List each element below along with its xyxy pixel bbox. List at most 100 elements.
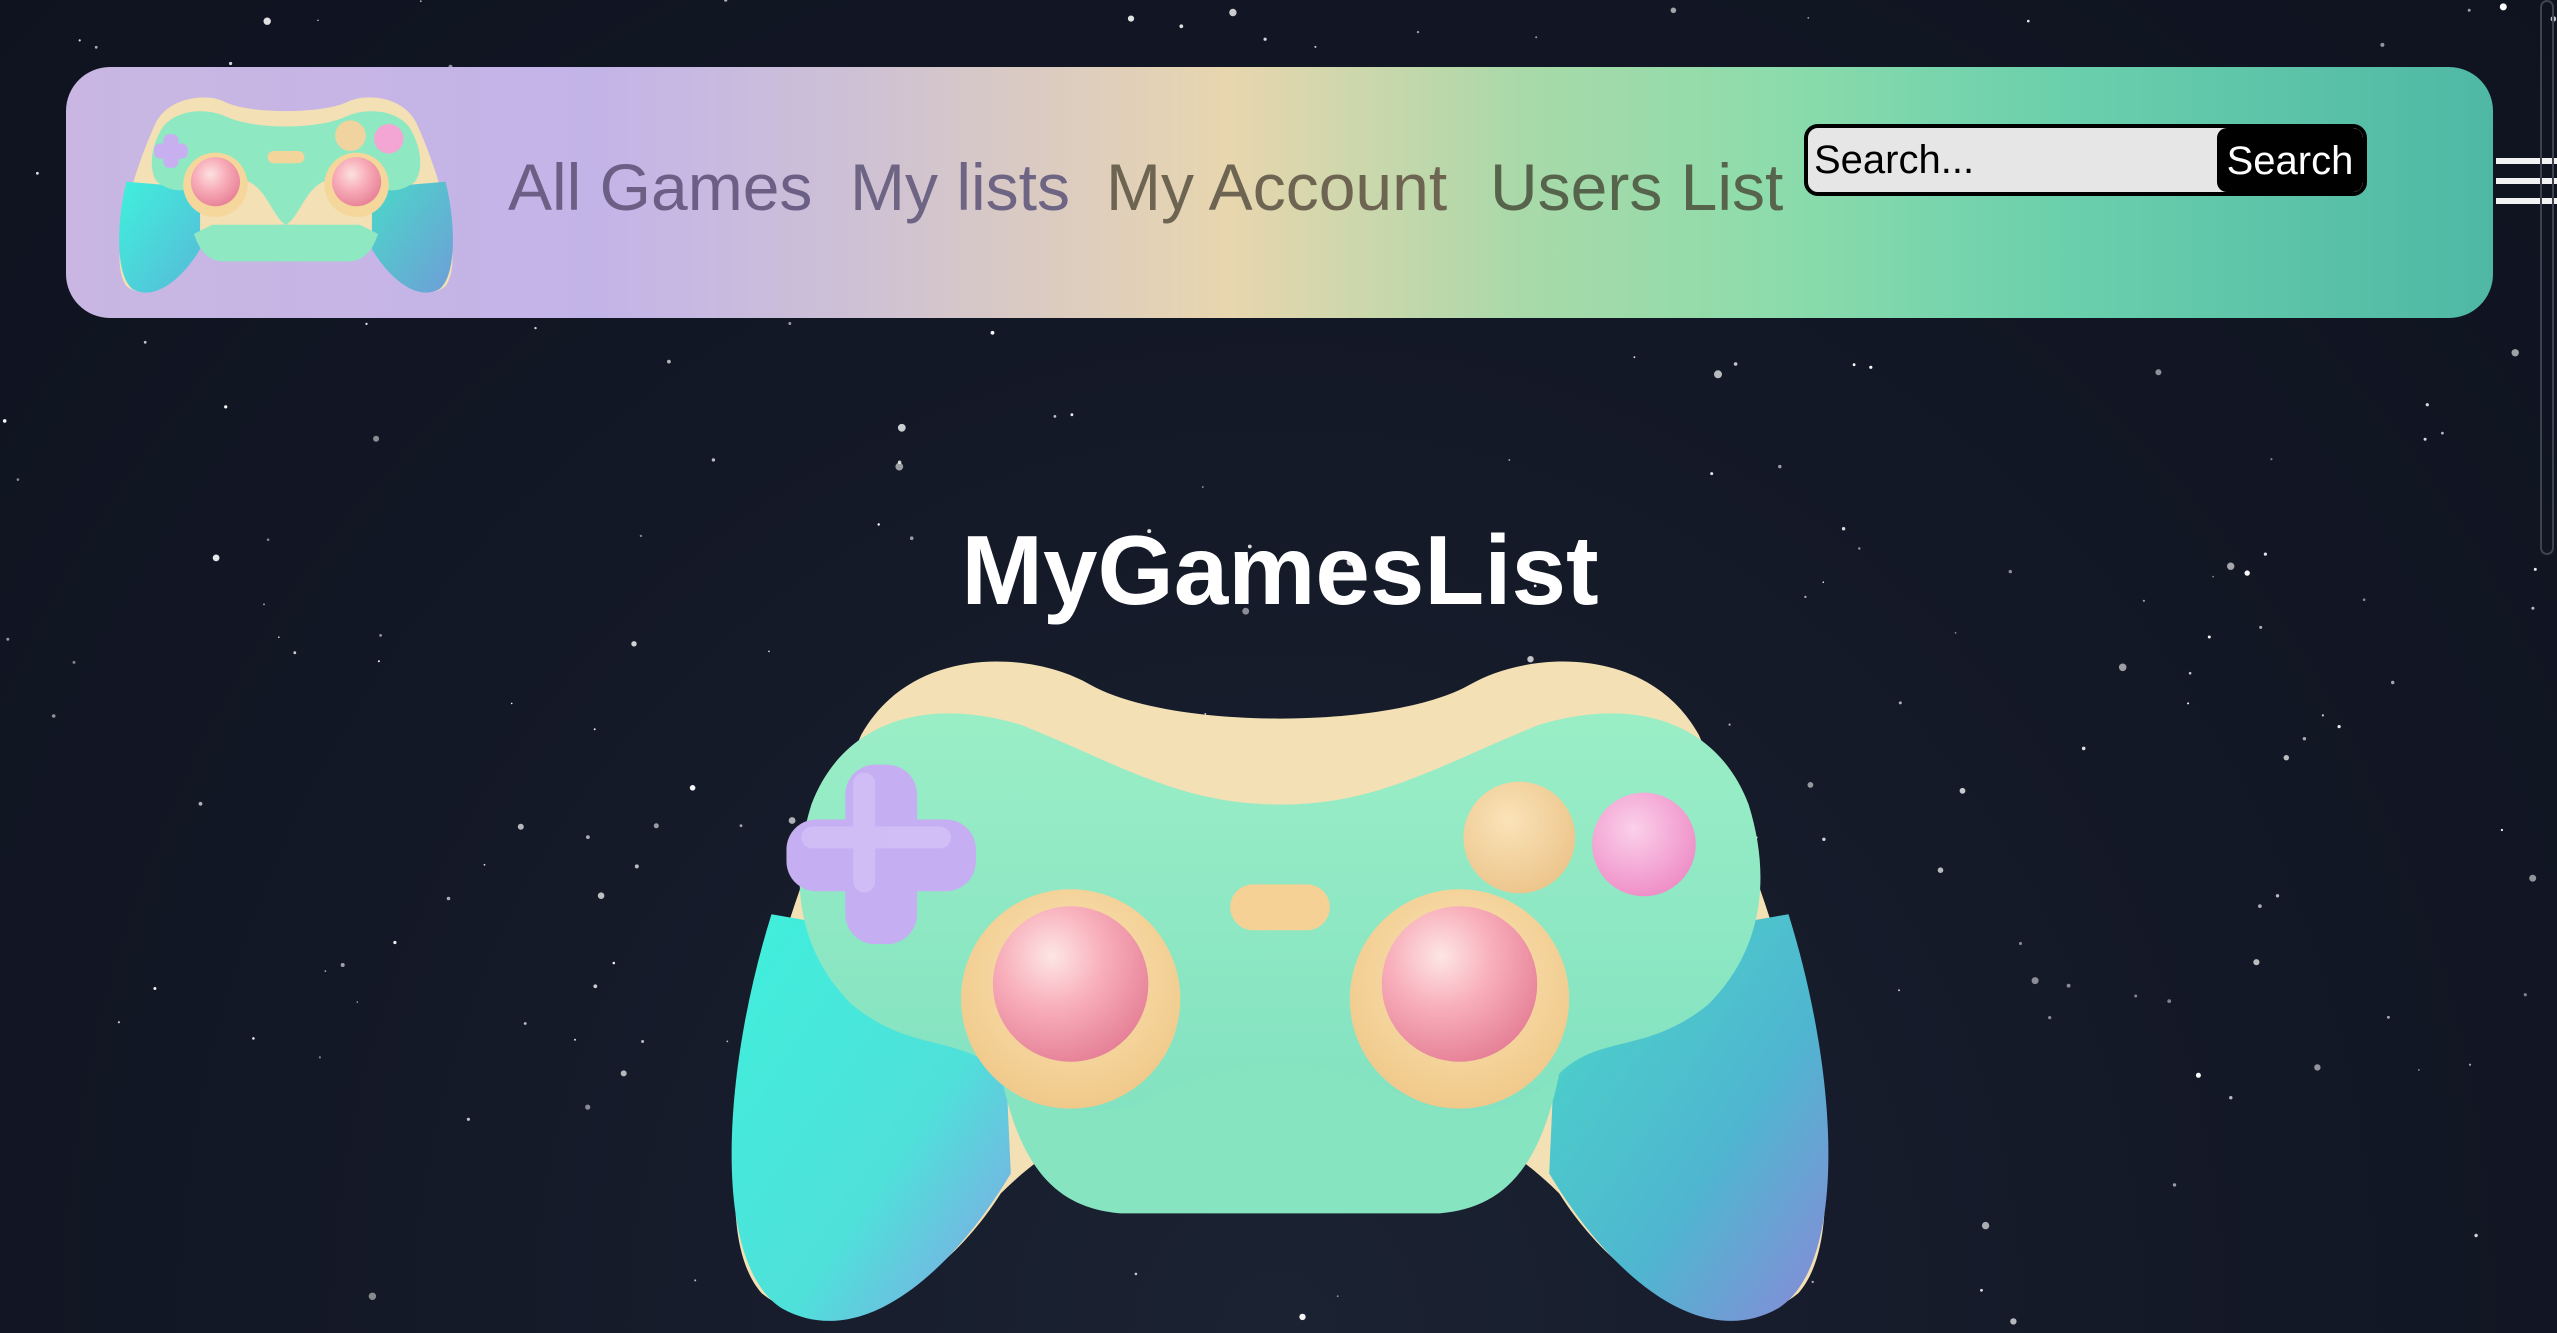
star <box>689 785 696 791</box>
star <box>634 864 639 869</box>
star <box>788 322 792 325</box>
star <box>2227 562 2235 570</box>
star <box>72 660 76 664</box>
star <box>2019 942 2022 945</box>
star <box>252 1037 255 1040</box>
star <box>2321 714 2324 717</box>
star <box>2362 598 2366 601</box>
star <box>419 0 422 3</box>
star <box>2195 1072 2201 1078</box>
star <box>224 405 228 409</box>
star <box>517 823 524 830</box>
star <box>1070 413 1074 417</box>
star <box>1937 867 1944 873</box>
nav-link-my-lists[interactable]: My lists <box>850 147 1070 227</box>
star <box>6 637 10 641</box>
star <box>2425 403 2429 407</box>
star <box>2418 1069 2420 1071</box>
star <box>229 61 233 66</box>
star <box>2511 349 2519 357</box>
star <box>78 39 81 42</box>
star <box>317 19 319 22</box>
star <box>2031 977 2039 985</box>
star <box>2391 680 2395 685</box>
star <box>324 970 327 972</box>
star <box>1508 459 1511 461</box>
star <box>2531 606 2535 610</box>
star <box>2533 567 2537 571</box>
star <box>1981 1221 1990 1230</box>
star <box>593 728 596 731</box>
star <box>1201 486 1204 488</box>
star <box>1670 7 1677 14</box>
star <box>2337 725 2341 729</box>
star <box>510 702 513 705</box>
nav-link-users-list[interactable]: Users List <box>1490 147 1783 227</box>
star <box>117 1021 120 1024</box>
star <box>2 419 7 423</box>
scrollbar[interactable] <box>2540 0 2554 555</box>
star <box>266 538 270 541</box>
star <box>2244 570 2250 576</box>
gamepad-icon <box>731 661 1829 1321</box>
star <box>1229 8 1237 17</box>
star <box>153 987 157 990</box>
star <box>2207 635 2211 639</box>
star <box>2270 458 2273 461</box>
star <box>2467 8 2471 12</box>
star <box>2027 19 2030 23</box>
star <box>356 1001 359 1003</box>
star <box>667 359 671 364</box>
star <box>2275 894 2280 898</box>
star <box>2500 828 2503 832</box>
star <box>51 714 56 718</box>
star <box>724 0 728 2</box>
star <box>2155 369 2162 376</box>
gamepad-icon[interactable] <box>108 88 464 300</box>
star <box>2283 755 2289 761</box>
star <box>340 963 345 967</box>
star <box>1263 37 1267 41</box>
star <box>534 326 537 330</box>
star <box>198 801 203 806</box>
search-input[interactable] <box>1808 128 2223 192</box>
star <box>631 641 637 647</box>
star <box>377 660 380 663</box>
star <box>1127 15 1135 22</box>
search-button[interactable]: Search <box>2217 128 2363 192</box>
star <box>212 554 220 562</box>
star <box>2118 663 2127 672</box>
star <box>379 634 382 637</box>
star <box>278 636 280 638</box>
star <box>2229 1096 2233 1100</box>
star <box>2314 1064 2321 1071</box>
star <box>2066 983 2071 988</box>
star <box>1869 365 1873 369</box>
star <box>2134 994 2138 998</box>
star <box>318 1056 321 1059</box>
star <box>2529 874 2537 882</box>
star <box>466 1117 470 1121</box>
nav-link-my-account[interactable]: My Account <box>1106 147 1447 227</box>
star <box>1852 363 1856 367</box>
star <box>2499 3 2507 11</box>
star <box>2423 437 2427 441</box>
star <box>373 435 380 442</box>
star <box>1980 1288 1983 1292</box>
star <box>1959 787 1966 794</box>
nav-link-all-games[interactable]: All Games <box>508 147 812 227</box>
star <box>990 330 995 335</box>
star <box>2172 1183 2177 1187</box>
star <box>768 650 770 653</box>
star <box>1778 464 1782 469</box>
star <box>694 1279 697 1282</box>
star <box>2167 999 2172 1003</box>
star <box>1804 595 1807 599</box>
star <box>2474 1233 2478 1238</box>
star <box>2380 42 2385 47</box>
star <box>1822 581 1825 583</box>
star <box>2253 959 2260 966</box>
star <box>2008 569 2013 574</box>
page-title: MyGamesList <box>961 515 1599 625</box>
star <box>1898 989 1900 992</box>
